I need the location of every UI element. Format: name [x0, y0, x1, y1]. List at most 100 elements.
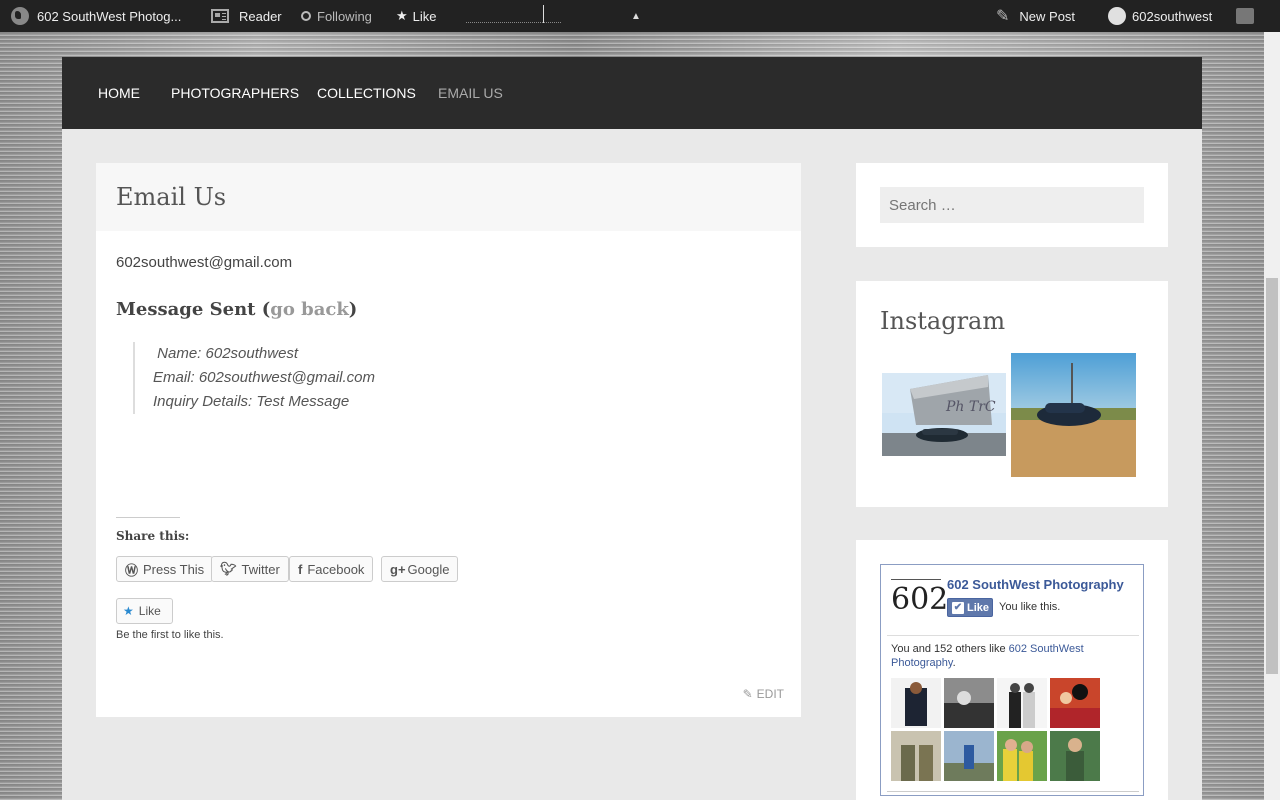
check-icon	[301, 11, 311, 21]
page-scrollbar[interactable]	[1264, 32, 1280, 800]
share-title: Share this:	[116, 529, 190, 543]
message-sent-heading: Message Sent (go back)	[116, 299, 357, 320]
fan-avatar[interactable]	[1050, 678, 1100, 728]
fan-photo	[997, 731, 1047, 781]
share-label: Press This	[143, 561, 205, 577]
twitter-icon: 🐦︎	[220, 561, 237, 576]
car-sunset-image	[1011, 353, 1136, 477]
facebook-icon: f	[298, 561, 303, 577]
divider	[887, 635, 1139, 636]
fan-photo	[891, 678, 941, 728]
instagram-photo[interactable]	[1011, 353, 1136, 477]
share-label: Facebook	[307, 561, 365, 577]
quote-email: Email: 602southwest@gmail.com	[153, 369, 375, 386]
fan-avatar[interactable]	[997, 731, 1047, 781]
share-divider	[116, 517, 180, 518]
notifications-button[interactable]	[1236, 0, 1254, 32]
google-plus-icon: g+	[390, 561, 406, 577]
fan-photo	[1050, 731, 1100, 781]
share-twitter-button[interactable]: 🐦︎ Twitter	[211, 556, 289, 582]
facebook-widget: 602 602 SouthWest Photography ✔ Like You…	[856, 540, 1168, 800]
submitted-message-quote: Name: 602southwest Email: 602southwest@g…	[133, 342, 533, 414]
go-back-link[interactable]: go back	[270, 299, 349, 320]
fan-avatar[interactable]	[944, 678, 994, 728]
share-facebook-button[interactable]: f Facebook	[289, 556, 374, 582]
reader-link[interactable]: Reader	[211, 0, 282, 32]
article: Email Us 602southwest@gmail.com Message …	[96, 163, 801, 717]
share-google-button[interactable]: g+ Google	[381, 556, 459, 582]
page-container: HOME PHOTOGRAPHERS COLLECTIONS EMAIL US …	[62, 57, 1202, 800]
wordpress-icon: Ⓦ	[125, 562, 139, 578]
quote-name: Name: 602southwest	[153, 345, 299, 362]
following-button[interactable]: Following	[301, 0, 372, 32]
message-sent-prefix: Message Sent (	[116, 299, 271, 320]
svg-text:Ph TrC: Ph TrC	[945, 399, 996, 415]
like-menu-label: Like	[412, 8, 437, 24]
like-label: Like	[138, 604, 161, 618]
username: 602southwest	[1132, 8, 1213, 24]
account-menu[interactable]: 602southwest	[1108, 0, 1212, 32]
facebook-page-name[interactable]: 602 SouthWest Photography	[947, 577, 1124, 592]
edit-link[interactable]: ✎ EDIT	[743, 687, 784, 701]
collapse-arrow-icon[interactable]: ▲	[631, 0, 641, 32]
admin-bar: 602 SouthWest Photog... Reader Following…	[0, 0, 1280, 32]
facebook-you-like: You like this.	[999, 601, 1061, 613]
fan-photo	[891, 731, 941, 781]
star-icon: ★	[396, 8, 408, 23]
quote-inquiry: Inquiry Details: Test Message	[153, 393, 350, 410]
like-note: Be the first to like this.	[116, 629, 224, 641]
nav-photographers[interactable]: PHOTOGRAPHERS	[171, 57, 299, 129]
fan-avatar[interactable]	[891, 731, 941, 781]
divider	[887, 791, 1139, 792]
nav-email-us[interactable]: EMAIL US	[438, 57, 503, 129]
fan-photo	[1050, 678, 1100, 728]
notification-icon	[1236, 8, 1254, 24]
article-header: Email Us	[96, 163, 801, 231]
globe-icon	[11, 7, 29, 25]
message-sent-suffix: )	[348, 299, 358, 320]
new-post-button[interactable]: ✎ New Post	[996, 0, 1075, 32]
check-icon: ✔	[952, 601, 964, 614]
reader-label: Reader	[239, 8, 282, 24]
new-post-label: New Post	[1019, 8, 1076, 24]
fan-photo	[997, 678, 1047, 728]
fan-photo	[944, 731, 994, 781]
facebook-count-end: .	[952, 657, 956, 669]
main-navigation: HOME PHOTOGRAPHERS COLLECTIONS EMAIL US	[62, 57, 1202, 129]
car-photo-image: Ph TrC	[882, 373, 1006, 456]
share-label: Twitter	[241, 561, 280, 577]
page-title: Email Us	[116, 183, 227, 211]
search-widget	[856, 163, 1168, 247]
instagram-widget: Instagram Ph TrC	[856, 281, 1168, 507]
like-menu-button[interactable]: ★ Like	[396, 0, 437, 32]
pencil-icon: ✎	[742, 687, 753, 701]
share-press-this-button[interactable]: Ⓦ Press This	[116, 556, 214, 582]
facebook-count-text: You and 152 others like	[891, 643, 1009, 655]
site-menu[interactable]: 602 SouthWest Photog...	[11, 0, 181, 32]
fan-avatar[interactable]	[944, 731, 994, 781]
like-button[interactable]: ★ Like	[116, 598, 173, 624]
pencil-icon: ✎	[996, 8, 1010, 25]
nav-home[interactable]: HOME	[98, 57, 140, 129]
reader-icon	[211, 9, 229, 23]
facebook-like-label: Like	[967, 601, 990, 614]
share-label: Google	[407, 561, 450, 577]
contact-email: 602southwest@gmail.com	[116, 254, 293, 271]
instagram-title: Instagram	[880, 307, 1006, 335]
facebook-page-logo[interactable]: 602	[891, 579, 948, 619]
fan-avatar[interactable]	[997, 678, 1047, 728]
search-input[interactable]	[880, 187, 1144, 223]
star-icon: ★	[123, 604, 134, 618]
facebook-like-button[interactable]: ✔ Like	[947, 598, 993, 617]
nav-collections[interactable]: COLLECTIONS	[317, 57, 416, 129]
scrollbar-thumb[interactable]	[1266, 278, 1278, 674]
fan-avatar[interactable]	[1050, 731, 1100, 781]
fan-avatar[interactable]	[891, 678, 941, 728]
facebook-like-count: You and 152 others like 602 SouthWest Ph…	[891, 642, 1131, 670]
instagram-photo[interactable]: Ph TrC	[880, 353, 1008, 477]
adminbar-search-field[interactable]	[466, 22, 561, 23]
following-label: Following	[317, 8, 372, 24]
text-cursor	[543, 5, 544, 23]
avatar	[1108, 7, 1126, 25]
fan-photo	[944, 678, 994, 728]
